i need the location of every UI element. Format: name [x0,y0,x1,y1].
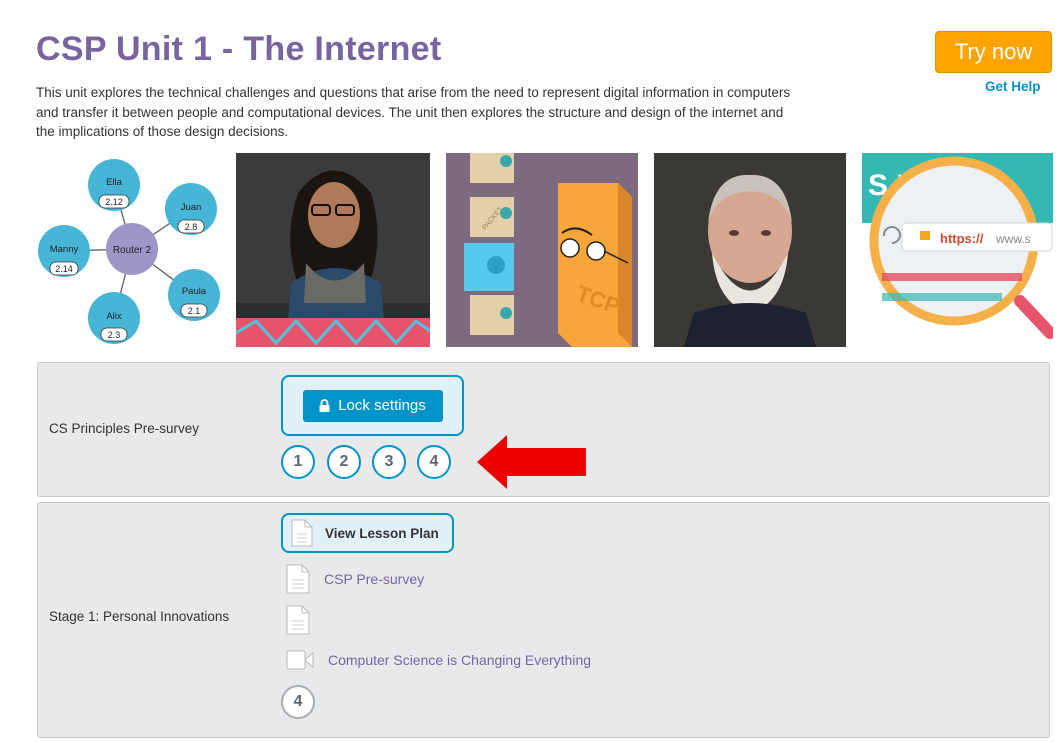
progress-bubble-3[interactable]: 3 [372,445,406,479]
router-label: Router 2 [113,245,152,256]
thumbnail-tcp-packets: PACKET TCP [446,153,638,347]
lesson-thumbnails: Router 2 Ella 2.12 Juan 2.8 Paula 2.1 Al… [36,153,1053,347]
lock-settings-button[interactable]: Lock settings [302,389,443,422]
level-item-document[interactable] [286,605,310,635]
node-paula: Paula 2.1 [168,269,220,321]
svg-text:2.14: 2.14 [55,264,73,274]
svg-text:2.8: 2.8 [185,222,198,232]
svg-text:2.1: 2.1 [188,306,201,316]
svg-text:Ella: Ella [106,177,123,188]
svg-text:https://: https:// [940,231,984,246]
progress-bubble-1[interactable]: 1 [281,445,315,479]
svg-text:2.3: 2.3 [108,330,121,340]
document-icon [291,519,313,547]
svg-text:Alix: Alix [106,311,122,322]
node-manny: Manny 2.14 [38,225,90,277]
stage-label: CS Principles Pre-survey [49,421,200,436]
page-title: CSP Unit 1 - The Internet [36,30,442,68]
unit-description: This unit explores the technical challen… [36,85,791,139]
view-lesson-plan-button[interactable]: View Lesson Plan [281,513,454,553]
svg-text:www.s: www.s [995,232,1031,246]
try-now-button[interactable]: Try now [935,31,1052,73]
annotation-arrow-icon [477,435,586,489]
svg-text:Manny: Manny [50,244,79,255]
get-help-link[interactable]: Get Help [985,79,1041,94]
thumbnail-https-magnifier: S PR https:// www.s [862,153,1053,347]
thumbnail-network-diagram: Router 2 Ella 2.12 Juan 2.8 Paula 2.1 Al… [36,153,228,347]
level-item-video[interactable]: Computer Science is Changing Everything [286,650,591,670]
level-link[interactable]: Computer Science is Changing Everything [328,652,591,668]
view-lesson-plan-label: View Lesson Plan [325,525,439,541]
node-ella: Ella 2.12 [88,159,140,211]
level-link[interactable]: CSP Pre-survey [324,571,424,587]
node-alix: Alix 2.3 [88,292,140,344]
document-icon [286,564,310,594]
thumbnail-portrait-video [654,153,846,347]
level-item-pre-survey[interactable]: CSP Pre-survey [286,564,424,594]
lock-settings-container: Lock settings [281,375,464,436]
node-juan: Juan 2.8 [165,183,217,235]
lock-settings-label: Lock settings [338,397,426,414]
progress-bubble-4[interactable]: 4 [417,445,451,479]
progress-bubble-2[interactable]: 2 [327,445,361,479]
thumbnail-student-video [236,153,430,347]
svg-text:Juan: Juan [181,202,202,213]
stage-label: Stage 1: Personal Innovations [49,609,230,624]
lock-icon [319,399,330,412]
svg-text:2.12: 2.12 [105,197,123,207]
progress-bubble-4[interactable]: 4 [281,685,315,719]
video-camera-icon [286,650,314,670]
stage-personal-innovations: Stage 1: Personal Innovations View Lesso… [37,502,1050,738]
document-icon [286,605,310,635]
svg-text:Paula: Paula [182,286,207,297]
